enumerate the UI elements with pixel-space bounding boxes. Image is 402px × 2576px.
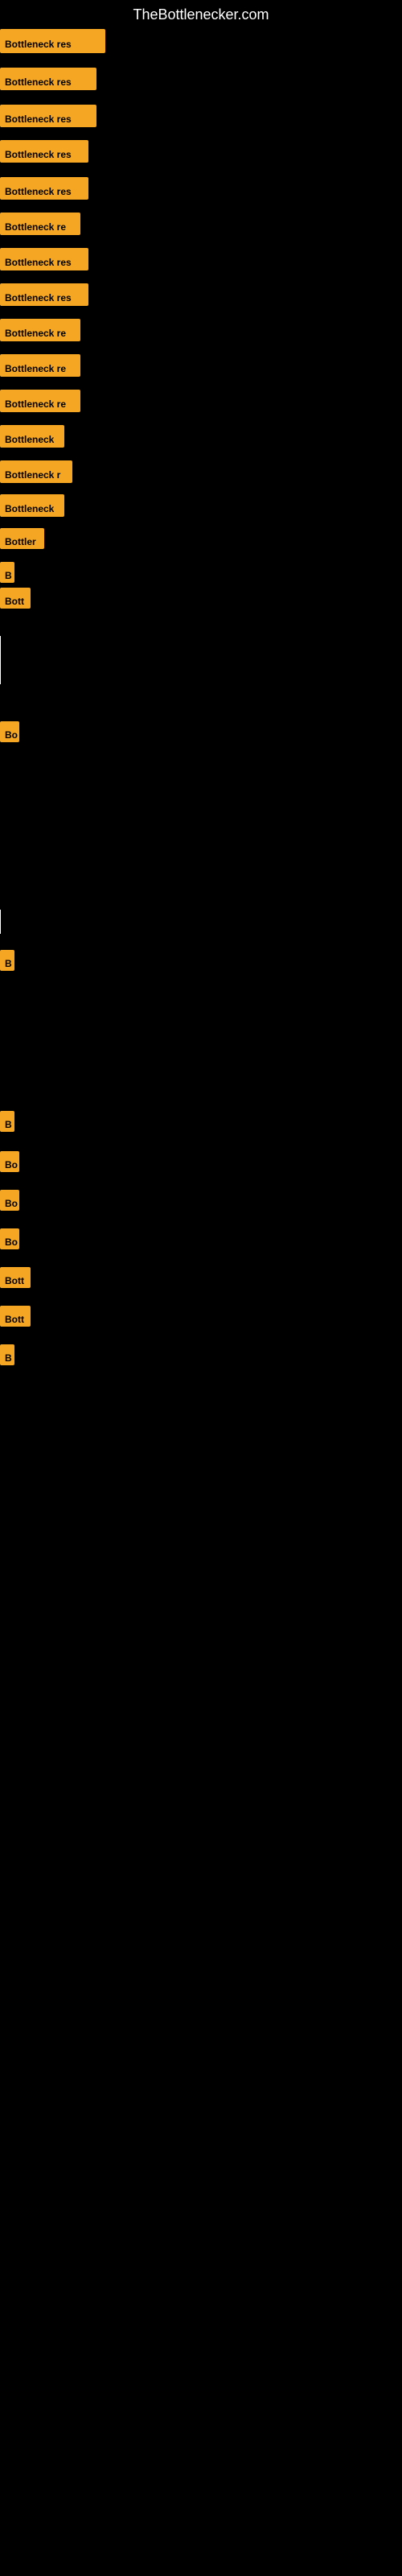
bottleneck-button-6[interactable]: Bottleneck re bbox=[0, 213, 80, 235]
bottleneck-button-21[interactable]: Bo bbox=[0, 1151, 19, 1172]
bottleneck-button-5[interactable]: Bottleneck res bbox=[0, 177, 88, 200]
bottleneck-button-15[interactable]: Bottler bbox=[0, 528, 44, 549]
bottleneck-button-9[interactable]: Bottleneck re bbox=[0, 319, 80, 341]
line-marker-2 bbox=[0, 910, 1, 934]
bottleneck-button-12[interactable]: Bottleneck bbox=[0, 425, 64, 448]
line-marker-1 bbox=[0, 636, 1, 684]
bottleneck-button-10[interactable]: Bottleneck re bbox=[0, 354, 80, 377]
bottleneck-button-8[interactable]: Bottleneck res bbox=[0, 283, 88, 306]
bottleneck-button-23[interactable]: Bo bbox=[0, 1228, 19, 1249]
bottleneck-button-22[interactable]: Bo bbox=[0, 1190, 19, 1211]
bottleneck-button-16[interactable]: B bbox=[0, 562, 14, 583]
bottleneck-button-14[interactable]: Bottleneck bbox=[0, 494, 64, 517]
bottleneck-button-26[interactable]: B bbox=[0, 1344, 14, 1365]
bottleneck-button-24[interactable]: Bott bbox=[0, 1267, 31, 1288]
bottleneck-button-11[interactable]: Bottleneck re bbox=[0, 390, 80, 412]
bottleneck-button-7[interactable]: Bottleneck res bbox=[0, 248, 88, 270]
bottleneck-button-4[interactable]: Bottleneck res bbox=[0, 140, 88, 163]
bottleneck-button-3[interactable]: Bottleneck res bbox=[0, 105, 96, 127]
bottleneck-button-13[interactable]: Bottleneck r bbox=[0, 460, 72, 483]
bottleneck-button-19[interactable]: B bbox=[0, 950, 14, 971]
bottleneck-button-25[interactable]: Bott bbox=[0, 1306, 31, 1327]
site-title: TheBottlenecker.com bbox=[0, 0, 402, 30]
bottleneck-button-20[interactable]: B bbox=[0, 1111, 14, 1132]
bottleneck-button-1[interactable]: Bottleneck res bbox=[0, 29, 105, 53]
bottleneck-button-2[interactable]: Bottleneck res bbox=[0, 68, 96, 90]
bottleneck-button-18[interactable]: Bo bbox=[0, 721, 19, 742]
bottleneck-button-17[interactable]: Bott bbox=[0, 588, 31, 609]
